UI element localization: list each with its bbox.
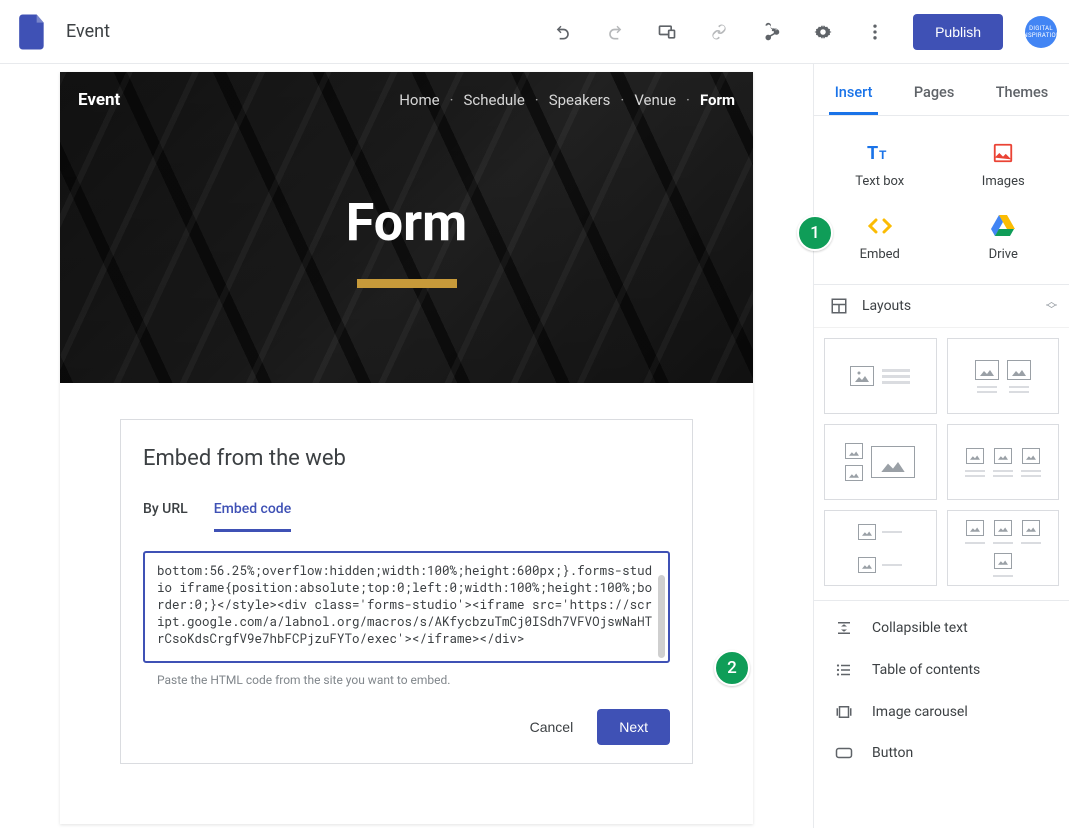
layout-option[interactable] [947,510,1060,586]
sidebar-tab-pages[interactable]: Pages [908,84,960,115]
more-button[interactable] [853,10,897,54]
images-icon [990,140,1016,166]
app-toolbar: Event Publish DIGITAL INSPIRATION [0,0,1069,64]
svg-text:T: T [879,148,887,162]
google-sites-icon [12,12,52,52]
nav-venue[interactable]: Venue [634,91,676,109]
helper-text: Paste the HTML code from the site you wa… [157,673,668,687]
sidebar-tabs: Insert Pages Themes [814,64,1069,116]
link-button[interactable] [697,10,741,54]
button-icon [834,746,854,760]
layout-option[interactable] [824,424,937,500]
embed-code-content: bottom:56.25%;overflow:hidden;width:100%… [157,563,652,647]
layout-option[interactable] [824,510,937,586]
collapse-icon[interactable]: ︿﹀ [1046,298,1057,314]
layouts-icon [830,297,848,315]
tool-table-of-contents[interactable]: Table of contents [814,649,1069,691]
page-title[interactable]: Form [60,192,753,253]
embed-icon [867,213,893,239]
text-box-icon: TT [867,140,893,166]
drive-icon [990,213,1016,239]
sidebar: Insert Pages Themes TT Text box Images E… [813,64,1069,828]
dialog-title: Embed from the web [143,446,670,471]
sidebar-tab-insert[interactable]: Insert [829,84,879,115]
preview-button[interactable] [645,10,689,54]
tool-image-carousel[interactable]: Image carousel [814,691,1069,733]
site-title[interactable]: Event [78,90,120,110]
site-nav: Home· Schedule· Speakers· Venue· Form [399,91,735,109]
title-underline [357,279,457,288]
embed-dialog: Embed from the web By URL Embed code bot… [120,419,693,764]
undo-button[interactable] [541,10,585,54]
nav-speakers[interactable]: Speakers [549,91,611,109]
account-avatar[interactable]: DIGITAL INSPIRATION [1025,16,1057,48]
tool-collapsible-text[interactable]: Collapsible text [814,607,1069,649]
cancel-button[interactable]: Cancel [514,709,590,745]
nav-form[interactable]: Form [700,91,735,109]
next-button[interactable]: Next [597,709,670,745]
tool-button[interactable]: Button [814,733,1069,773]
annotation-badge-2: 2 [714,650,750,686]
nav-schedule[interactable]: Schedule [463,91,524,109]
redo-button[interactable] [593,10,637,54]
insert-text-box[interactable]: TT Text box [820,130,940,199]
annotation-badge-1: 1 [797,215,833,251]
nav-home[interactable]: Home [399,91,439,109]
insert-embed[interactable]: Embed [820,203,940,272]
embed-code-textarea[interactable]: bottom:56.25%;overflow:hidden;width:100%… [143,551,670,663]
sidebar-tab-themes[interactable]: Themes [990,84,1055,115]
publish-button[interactable]: Publish [913,14,1003,50]
insert-images[interactable]: Images [944,130,1064,199]
collapsible-text-icon [834,619,854,637]
share-button[interactable] [749,10,793,54]
page-canvas: Event Home· Schedule· Speakers· Venue· F… [0,64,813,828]
layouts-section-header[interactable]: Layouts ︿﹀ [814,285,1069,328]
document-title[interactable]: Event [66,21,110,42]
settings-button[interactable] [801,10,845,54]
hero-header[interactable]: Event Home· Schedule· Speakers· Venue· F… [60,72,753,383]
carousel-icon [834,703,854,721]
insert-drive[interactable]: Drive [944,203,1064,272]
svg-text:T: T [867,143,878,163]
layout-option[interactable] [947,424,1060,500]
layouts-grid [814,328,1069,601]
tab-embed-code[interactable]: Embed code [214,501,291,532]
tab-by-url[interactable]: By URL [143,501,188,532]
layout-option[interactable] [824,338,937,414]
layout-option[interactable] [947,338,1060,414]
scrollbar[interactable] [658,575,665,658]
toc-icon [834,661,854,679]
